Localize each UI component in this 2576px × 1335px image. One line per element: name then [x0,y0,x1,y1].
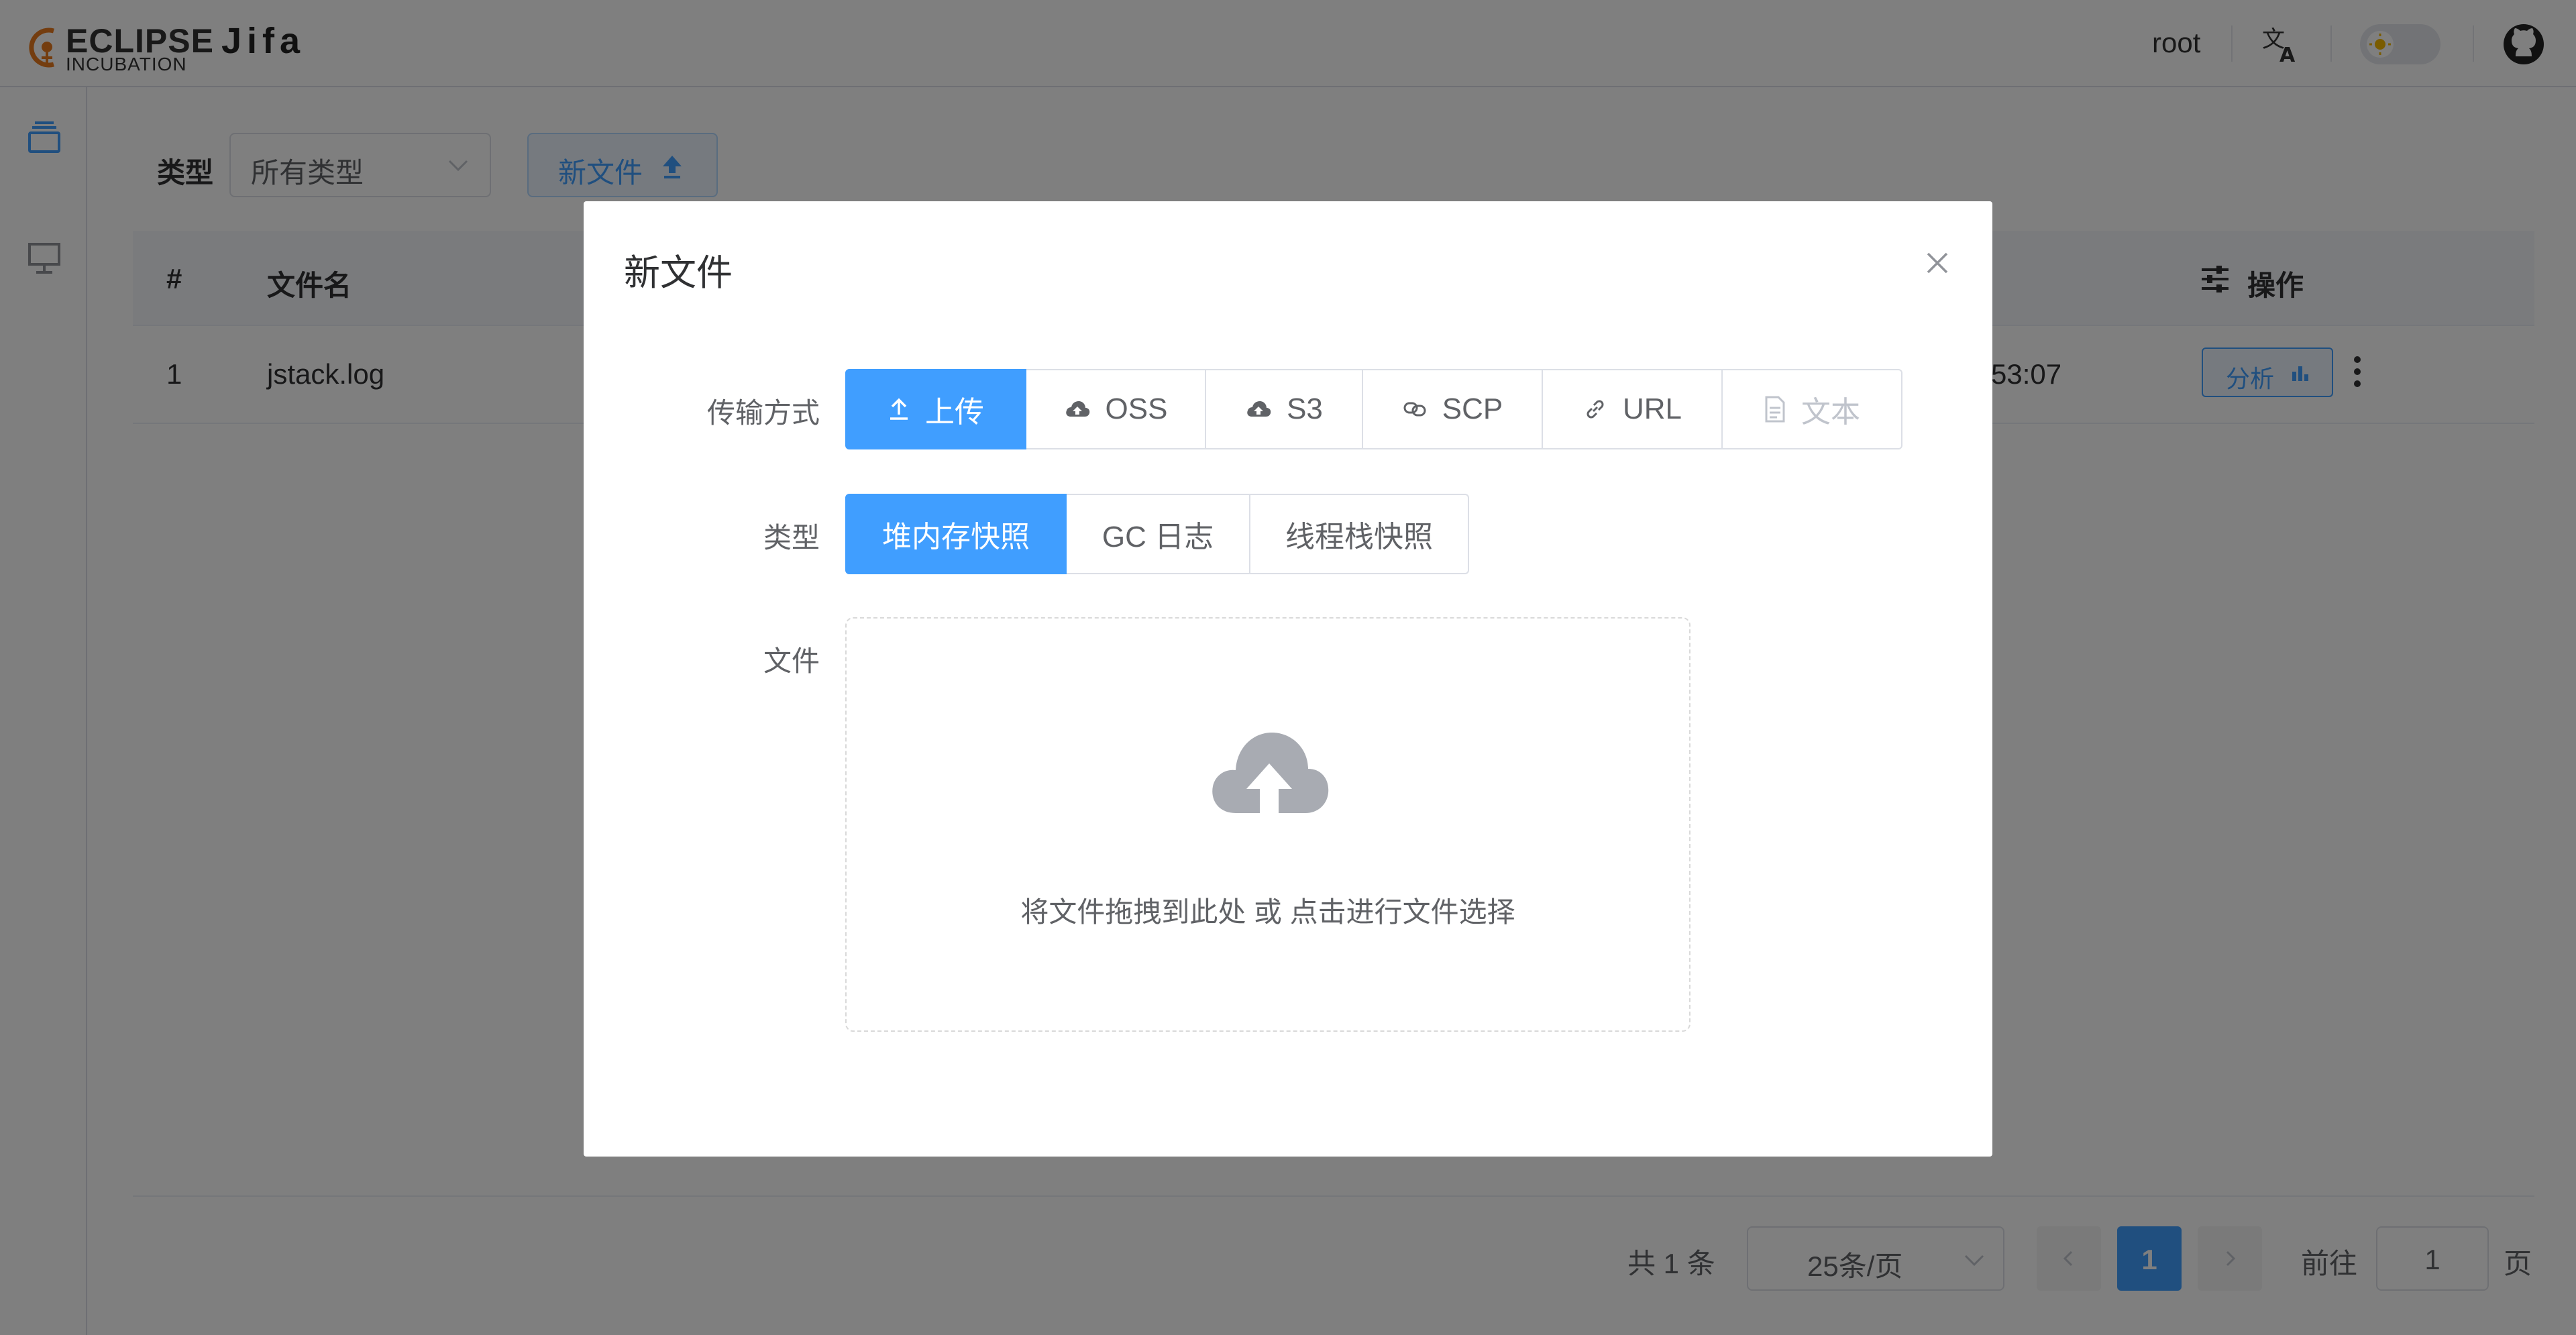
upload-arrow-icon [890,398,908,420]
link-icon [1403,402,1426,417]
new-file-dialog: 新文件 传输方式 上传 OSS S3 SCP URL 文本 类型 堆内存快照 G… [584,201,1992,1157]
transfer-option-label: OSS [1105,392,1168,425]
transfer-option-url[interactable]: URL [1542,369,1723,449]
file-type-option-label: 线程栈快照 [1285,521,1433,553]
cloud-icon [1247,401,1271,417]
document-icon [1765,396,1785,423]
file-type-thread-dump[interactable]: 线程栈快照 [1249,494,1469,574]
file-type-heap-dump[interactable]: 堆内存快照 [845,494,1067,574]
file-type-group: 堆内存快照 GC 日志 线程栈快照 [845,494,1469,574]
transfer-option-label: 文本 [1801,396,1860,429]
transfer-method-label: 传输方式 [706,397,820,429]
file-drop-zone[interactable]: 将文件拖拽到此处 或 点击进行文件选择 [845,617,1690,1032]
transfer-option-label: URL [1622,392,1682,425]
transfer-option-upload[interactable]: 上传 [845,369,1026,449]
file-type-gc-log[interactable]: GC 日志 [1065,494,1250,574]
transfer-option-scp[interactable]: SCP [1362,369,1543,449]
file-type-label: 类型 [763,522,820,553]
cloud-icon [1065,401,1089,417]
transfer-option-s3[interactable]: S3 [1205,369,1363,449]
link-icon [1587,400,1604,419]
transfer-option-label: S3 [1287,392,1323,425]
cloud-upload-icon [1212,733,1329,813]
transfer-option-label: 上传 [925,396,984,429]
dialog-title: 新文件 [624,253,733,293]
upload-hint: 将文件拖拽到此处 或 点击进行文件选择 [1020,896,1515,928]
file-type-option-label: 堆内存快照 [882,521,1030,553]
transfer-option-text[interactable]: 文本 [1721,369,1902,449]
file-label: 文件 [763,645,820,677]
file-type-option-label: GC 日志 [1102,521,1214,553]
close-icon[interactable] [1924,250,1951,276]
transfer-option-label: SCP [1442,392,1503,425]
transfer-method-group: 上传 OSS S3 SCP URL 文本 [845,369,1902,449]
transfer-option-oss[interactable]: OSS [1025,369,1206,449]
